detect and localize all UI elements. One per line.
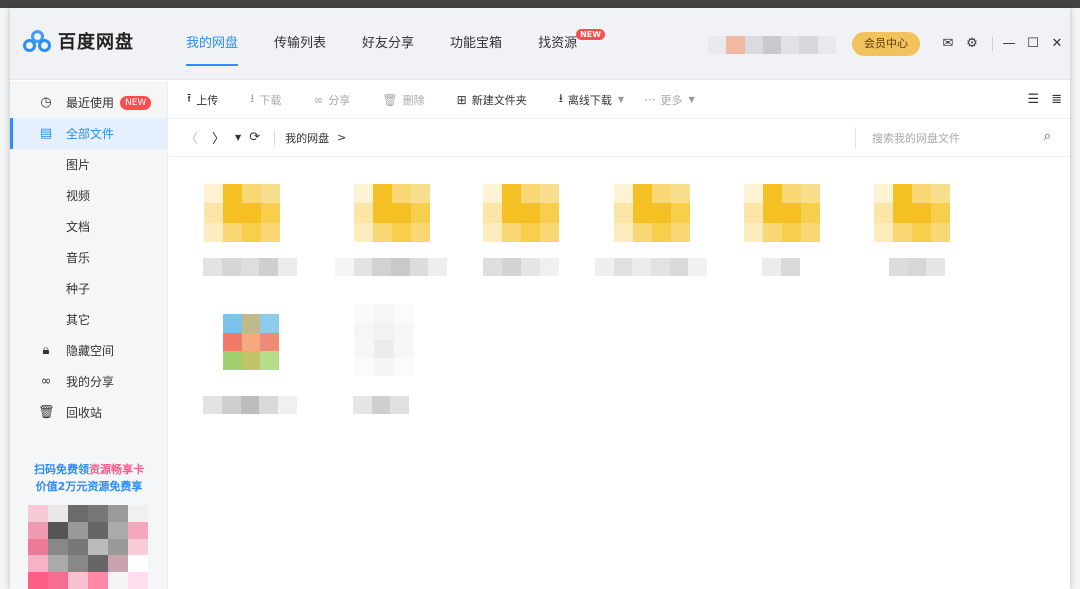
lock-icon: 🔒︎ [42,343,50,358]
download-button[interactable]: ⭳ 下载 [250,89,281,110]
chevron-down-icon: ▼ [617,95,625,104]
trash-icon: 🗑︎ [38,405,55,420]
clock-icon: ◷ [40,95,52,110]
file-name-blurred [353,396,410,414]
background-page-left [0,8,10,589]
image-file-item[interactable] [179,286,297,414]
sidebar-item-videos[interactable]: 视频 [10,180,167,211]
folder-item[interactable] [457,158,567,278]
offline-download-button[interactable]: ⭳ 离线下载 ▼ [559,89,624,110]
tab-transfer-list[interactable]: 传输列表 [274,8,326,80]
new-badge: NEW [576,29,606,40]
search-box: ⌕ [855,127,1051,149]
folder-icon [874,184,950,242]
mail-icon[interactable]: ✉ [938,34,958,54]
history-dropdown-icon[interactable]: ▼ [235,133,241,142]
new-badge: NEW [120,95,152,110]
breadcrumb[interactable]: 我的网盘 [274,129,329,146]
file-name-blurred [595,258,708,276]
vip-center-button[interactable]: 会员中心 [852,32,920,56]
list-view-icon[interactable]: ≣ [1051,92,1062,107]
download-icon: ⭳ [250,91,255,105]
chevron-down-icon: ▼ [688,95,695,104]
image-thumbnail [223,314,279,370]
top-header: 百度网盘 我的网盘 传输列表 好友分享 功能宝箱 找资源 NEW 会员中心 ✉ … [10,8,1070,80]
sidebar-item-music[interactable]: 音乐 [10,242,167,273]
app-logo[interactable]: 百度网盘 [22,26,134,56]
close-icon[interactable]: ✕ [1047,34,1067,54]
sort-icon[interactable]: ☰ [1027,92,1039,107]
search-input[interactable] [856,127,1016,149]
sidebar-item-images[interactable]: 图片 [10,149,167,180]
main-nav: 我的网盘 传输列表 好友分享 功能宝箱 找资源 NEW [186,8,613,80]
delete-button[interactable]: 🗑︎ 删除 [382,92,424,108]
user-profile-blurred[interactable] [708,36,836,54]
tab-my-disk[interactable]: 我的网盘 [186,8,239,80]
tab-toolbox[interactable]: 功能宝箱 [450,8,502,80]
sidebar-item-recent[interactable]: ◷ 最近使用 NEW [10,87,167,118]
tab-friend-share[interactable]: 好友分享 [362,8,414,80]
file-name-blurred [203,258,297,276]
folder-item[interactable] [717,158,827,278]
file-toolbar: ⭱ 上传 ⭳ 下载 ∞ 分享 🗑︎ 删除 ⊞ 新建文件夹 ⭳ 离线下载 ▼ ··· 更多 ▼ ☰ … [169,81,1070,119]
file-grid [169,158,1070,589]
app-window: 百度网盘 我的网盘 传输列表 好友分享 功能宝箱 找资源 NEW 会员中心 ✉ … [10,8,1070,589]
new-folder-icon: ⊞ [456,92,467,107]
search-icon[interactable]: ⌕ [1044,129,1051,144]
upload-icon: ⭱ [187,91,192,105]
file-name-blurred [889,258,946,276]
sidebar-item-hidden-space[interactable]: 🔒︎ 隐藏空间 [10,335,167,366]
sidebar: ◷ 最近使用 NEW ▤ 全部文件 图片 视频 文档 音乐 种子 其它 🔒︎ 隐… [10,81,168,589]
background-desktop-strip [0,0,1080,8]
folder-icon [483,184,559,242]
share-icon: ∞ [313,92,324,107]
folder-item[interactable] [847,158,957,278]
folder-item[interactable] [587,158,708,278]
sidebar-item-recycle-bin[interactable]: 🗑︎ 回收站 [10,397,167,428]
qr-code-image [28,505,148,589]
trash-icon: 🗑︎ [382,92,398,107]
app-logo-text: 百度网盘 [58,32,134,53]
share-icon: ∞ [40,374,52,389]
share-button[interactable]: ∞ 分享 [313,92,350,108]
sidebar-item-documents[interactable]: 文档 [10,211,167,242]
folder-icon [354,184,430,242]
folder-icon [744,184,820,242]
forward-icon[interactable]: 〉 [212,128,225,147]
promo-text[interactable]: 扫码免费领资源畅享卡 价值2万元资源免费享 [10,461,168,495]
more-button[interactable]: ··· 更多 ▼ [644,92,695,108]
folder-icon [614,184,690,242]
sidebar-item-torrents[interactable]: 种子 [10,273,167,304]
folder-item[interactable] [179,158,297,278]
sidebar-item-my-shares[interactable]: ∞ 我的分享 [10,366,167,397]
divider [992,37,993,51]
tab-find-resources[interactable]: 找资源 NEW [538,8,606,80]
window-controls: ✉ ⚙ — ☐ ✕ [938,34,1071,54]
back-icon[interactable]: 〈 [185,128,198,147]
settings-icon[interactable]: ⚙ [962,34,982,54]
breadcrumb-separator: > [337,131,347,144]
file-icon: ▤ [39,126,53,141]
refresh-icon[interactable]: ⟳ [249,130,260,145]
path-bar: 〈 〉 ▼ ⟳ 我的网盘 > ⌕ [169,119,1070,157]
baidu-cloud-logo-icon [22,26,52,56]
sidebar-item-all-files[interactable]: ▤ 全部文件 [10,118,167,149]
upload-button[interactable]: ⭱ 上传 [187,89,218,110]
folder-icon [204,184,280,242]
file-name-blurred [483,258,559,276]
download-icon: ⭳ [558,91,563,105]
document-file-item[interactable] [327,286,437,414]
file-name-blurred [203,396,297,414]
minimize-icon[interactable]: — [999,34,1019,54]
more-icon: ··· [644,92,656,107]
background-page-right [1070,8,1080,589]
new-folder-button[interactable]: ⊞ 新建文件夹 [457,92,527,108]
maximize-icon[interactable]: ☐ [1023,34,1043,54]
folder-item[interactable] [327,158,448,278]
file-name-blurred [762,258,800,276]
view-controls: ☰ ≣ [1015,92,1062,107]
file-name-blurred [335,258,448,276]
sidebar-item-others[interactable]: 其它 [10,304,167,335]
document-icon [354,304,414,376]
